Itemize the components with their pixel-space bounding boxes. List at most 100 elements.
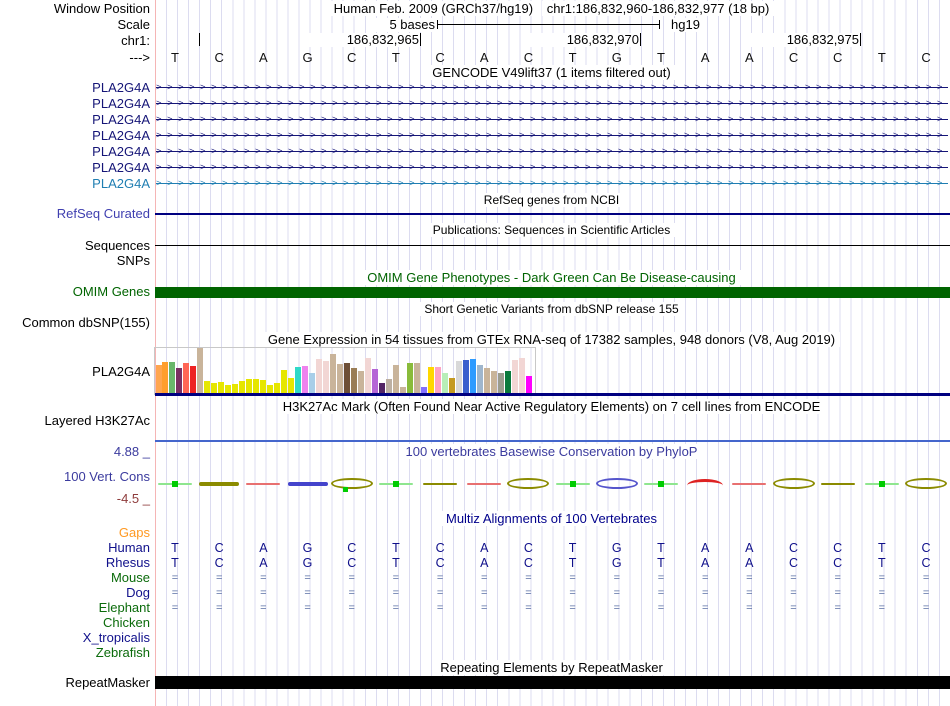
multiz-alignment-cell: = — [384, 571, 408, 586]
gtex-tissue-bar[interactable] — [183, 363, 189, 393]
gtex-tissue-bar[interactable] — [246, 379, 252, 393]
vert-cons-label[interactable]: 100 Vert. Cons — [0, 470, 150, 484]
gtex-tissue-bar[interactable] — [281, 370, 287, 393]
multiz-species-label[interactable]: Gaps — [0, 526, 150, 540]
gtex-tissue-bar[interactable] — [414, 363, 420, 393]
gtex-tissue-bar[interactable] — [512, 360, 518, 393]
gencode-gene-label[interactable]: PLA2G4A — [0, 81, 150, 95]
gencode-gene-label[interactable]: PLA2G4A — [0, 161, 150, 175]
gtex-tissue-bar[interactable] — [197, 348, 203, 393]
gtex-tissue-bar[interactable] — [477, 365, 483, 393]
refseq-curated-label[interactable]: RefSeq Curated — [0, 207, 150, 221]
gtex-tissue-bar[interactable] — [372, 369, 378, 393]
snps-label[interactable]: SNPs — [0, 254, 150, 268]
gtex-tissue-bar[interactable] — [302, 366, 308, 393]
gtex-tissue-bar[interactable] — [253, 379, 259, 393]
repeatmasker-bar[interactable] — [155, 676, 950, 689]
multiz-alignment-cell: T — [163, 541, 187, 556]
gencode-gene-label[interactable]: PLA2G4A — [0, 177, 150, 191]
gtex-tissue-bar[interactable] — [309, 373, 315, 393]
sequences-label[interactable]: Sequences — [0, 239, 150, 253]
multiz-species-label[interactable]: Dog — [0, 586, 150, 600]
gtex-tissue-bar[interactable] — [344, 363, 350, 393]
gtex-tissue-bar[interactable] — [498, 373, 504, 393]
gtex-tissue-bar[interactable] — [176, 368, 182, 393]
gencode-gene-label[interactable]: PLA2G4A — [0, 113, 150, 127]
gtex-tissue-bar[interactable] — [162, 362, 168, 393]
gtex-tissue-bar[interactable] — [204, 381, 210, 393]
common-dbsnp-label[interactable]: Common dbSNP(155) — [0, 316, 150, 330]
repeatmasker-label[interactable]: RepeatMasker — [0, 676, 150, 690]
gtex-tissue-bar[interactable] — [386, 379, 392, 393]
gtex-tissue-bar[interactable] — [260, 380, 266, 393]
gtex-tissue-bar[interactable] — [379, 383, 385, 393]
multiz-alignment-cell: C — [207, 541, 231, 556]
gencode-gene-label[interactable]: PLA2G4A — [0, 97, 150, 111]
gtex-tissue-bar[interactable] — [519, 358, 525, 393]
gtex-tissue-bar[interactable] — [484, 368, 490, 393]
omim-genes-label[interactable]: OMIM Genes — [0, 285, 150, 299]
gtex-tissue-bar[interactable] — [239, 381, 245, 393]
gtex-tissue-bar[interactable] — [323, 361, 329, 393]
gtex-tissue-bar[interactable] — [456, 361, 462, 393]
multiz-species-label[interactable]: Chicken — [0, 616, 150, 630]
gencode-transcript-arrow-row[interactable]: >>>>>>>>>>>>>>>>>>>>>>>>>>>>>>>>>>>>>>>>… — [156, 128, 948, 144]
scale-value: 5 bases — [375, 18, 435, 32]
multiz-alignment-cell: A — [472, 556, 496, 571]
strand-direction-label: ---> — [0, 51, 150, 65]
gtex-tissue-bar[interactable] — [211, 383, 217, 393]
gencode-transcript-arrow-row[interactable]: >>>>>>>>>>>>>>>>>>>>>>>>>>>>>>>>>>>>>>>>… — [156, 80, 948, 96]
gtex-gene-label[interactable]: PLA2G4A — [0, 365, 150, 379]
multiz-alignment-cell: C — [782, 556, 806, 571]
gtex-tissue-bar[interactable] — [358, 371, 364, 393]
gtex-tissue-bar[interactable] — [505, 371, 511, 393]
layered-h3k27ac-label[interactable]: Layered H3K27Ac — [0, 414, 150, 428]
gtex-tissue-bar[interactable] — [442, 373, 448, 393]
gtex-tissue-bar[interactable] — [169, 362, 175, 393]
gtex-tissue-bar[interactable] — [351, 368, 357, 393]
gtex-tissue-bar[interactable] — [218, 382, 224, 393]
gtex-tissue-bar[interactable] — [470, 359, 476, 393]
omim-genes-bar[interactable] — [155, 287, 950, 298]
gtex-tissue-bar[interactable] — [190, 366, 196, 393]
gtex-tissue-bar[interactable] — [337, 364, 343, 393]
gtex-tissue-bar[interactable] — [330, 354, 336, 393]
h3k27ac-track-title: H3K27Ac Mark (Often Found Near Active Re… — [155, 400, 948, 414]
multiz-alignment-cell: C — [340, 541, 364, 556]
multiz-species-label[interactable]: Rhesus — [0, 556, 150, 570]
gtex-tissue-bar[interactable] — [225, 385, 231, 393]
sequences-track-line[interactable] — [155, 245, 950, 246]
gtex-tissue-bar[interactable] — [267, 385, 273, 393]
multiz-alignment-cell: = — [737, 586, 761, 601]
phylop-dash — [467, 483, 501, 485]
gtex-tissue-bar[interactable] — [393, 365, 399, 393]
gtex-tissue-bar[interactable] — [365, 358, 371, 393]
gtex-tissue-bar[interactable] — [288, 378, 294, 393]
gencode-transcript-arrow-row[interactable]: >>>>>>>>>>>>>>>>>>>>>>>>>>>>>>>>>>>>>>>>… — [156, 176, 948, 192]
gtex-tissue-bar[interactable] — [435, 367, 441, 393]
gencode-gene-label[interactable]: PLA2G4A — [0, 145, 150, 159]
gencode-transcript-arrow-row[interactable]: >>>>>>>>>>>>>>>>>>>>>>>>>>>>>>>>>>>>>>>>… — [156, 160, 948, 176]
refseq-curated-track-line[interactable] — [155, 213, 950, 215]
multiz-species-label[interactable]: Human — [0, 541, 150, 555]
phylop-ellipse — [905, 478, 947, 489]
gencode-transcript-arrow-row[interactable]: >>>>>>>>>>>>>>>>>>>>>>>>>>>>>>>>>>>>>>>>… — [156, 112, 948, 128]
gtex-tissue-bar[interactable] — [449, 378, 455, 393]
gencode-transcript-arrow-row[interactable]: >>>>>>>>>>>>>>>>>>>>>>>>>>>>>>>>>>>>>>>>… — [156, 96, 948, 112]
multiz-species-label[interactable]: Zebrafish — [0, 646, 150, 660]
gtex-tissue-bar[interactable] — [316, 359, 322, 393]
multiz-species-label[interactable]: Elephant — [0, 601, 150, 615]
gtex-tissue-bar[interactable] — [428, 367, 434, 393]
gtex-tissue-bar[interactable] — [407, 363, 413, 393]
gencode-gene-label[interactable]: PLA2G4A — [0, 129, 150, 143]
gtex-tissue-bar[interactable] — [463, 360, 469, 393]
gencode-transcript-arrow-row[interactable]: >>>>>>>>>>>>>>>>>>>>>>>>>>>>>>>>>>>>>>>>… — [156, 144, 948, 160]
gtex-tissue-bar[interactable] — [232, 384, 238, 393]
gtex-tissue-bar[interactable] — [274, 383, 280, 393]
gtex-tissue-bar[interactable] — [295, 367, 301, 393]
multiz-species-label[interactable]: X_tropicalis — [0, 631, 150, 645]
gtex-tissue-bar[interactable] — [491, 371, 497, 393]
gtex-tissue-bar[interactable] — [156, 365, 162, 393]
multiz-species-label[interactable]: Mouse — [0, 571, 150, 585]
gtex-tissue-bar[interactable] — [526, 376, 532, 393]
